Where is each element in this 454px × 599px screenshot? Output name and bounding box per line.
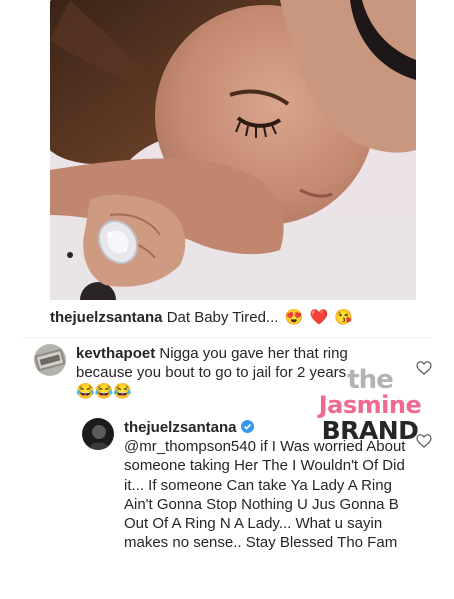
comment-avatar[interactable] (34, 344, 66, 376)
comment-emojis: 😂😂😂 (76, 383, 133, 401)
heart-outline-icon[interactable] (416, 433, 432, 449)
comment-username[interactable]: kevthapoet (76, 345, 155, 362)
comment-avatar[interactable] (82, 418, 114, 450)
heart-outline-icon[interactable] (416, 360, 432, 376)
caption-divider (22, 337, 432, 338)
red-heart-emoji: ❤️ (309, 309, 329, 326)
caption-text: Dat Baby Tired... (166, 309, 279, 326)
comment-mention[interactable]: @mr_thompson540 (124, 438, 256, 455)
kiss-emoji: 😘 (334, 309, 353, 326)
caption-username[interactable]: thejuelzsantana (50, 309, 163, 326)
photo-illustration (50, 0, 416, 300)
heart-eyes-emoji: 😍 (284, 309, 304, 326)
verified-badge-icon (240, 420, 254, 433)
post-photo (50, 0, 416, 300)
comment-body: thejuelzsantana @mr_thompson540 if I Was… (124, 418, 406, 552)
comment-body: kevthapoet Nigga you gave her that ring … (76, 344, 406, 402)
post-caption: thejuelzsantana Dat Baby Tired... 😍 ❤️ 😘 (50, 308, 430, 328)
comment-username[interactable]: thejuelzsantana (124, 419, 237, 436)
